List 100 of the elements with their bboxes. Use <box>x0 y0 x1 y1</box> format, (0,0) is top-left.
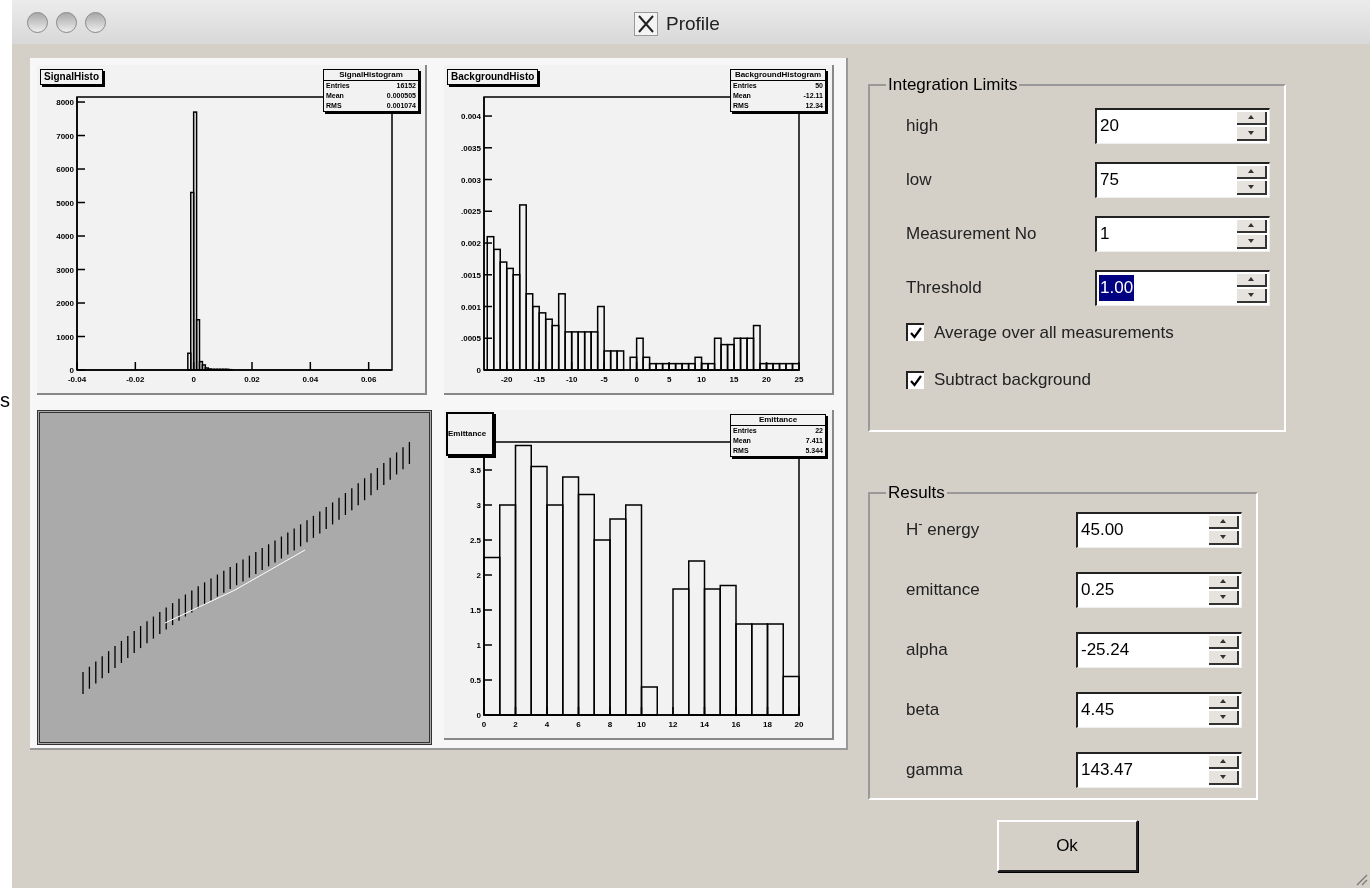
down-arrow-icon <box>1220 774 1226 779</box>
spin-up-button[interactable] <box>1209 695 1239 709</box>
tick-label: 0.04 <box>302 375 319 384</box>
histogram-bar <box>681 362 690 371</box>
spin-up-button[interactable] <box>1209 635 1239 649</box>
down-arrow-icon <box>1220 594 1226 599</box>
tick-label: 15 <box>729 375 739 384</box>
histogram-bar <box>583 331 592 371</box>
spin-field[interactable]: 0.25 <box>1076 571 1242 608</box>
field-value: -25.24 <box>1080 639 1131 662</box>
tick-label: 25 <box>794 375 804 384</box>
tick-label: 1.5 <box>469 606 481 615</box>
tick-label: 16 <box>731 720 741 729</box>
ok-button[interactable]: Ok <box>996 820 1138 872</box>
histogram-bar <box>661 362 670 371</box>
up-arrow-icon <box>1220 699 1226 704</box>
tick-label: 2 <box>476 571 481 580</box>
spin-field[interactable]: 143.47 <box>1076 751 1242 788</box>
up-arrow-icon <box>1220 579 1226 584</box>
x-logo-icon <box>634 12 658 37</box>
spin-down-button[interactable] <box>1209 531 1239 545</box>
histogram-label: BackgroundHisto <box>447 69 539 85</box>
tick-label: 14 <box>700 720 709 729</box>
window-title: Profile <box>666 12 720 36</box>
tick-label: 0 <box>476 711 481 720</box>
spin-down-button[interactable] <box>1209 651 1239 665</box>
tick-label: 8 <box>607 720 613 729</box>
tick-label: .0025 <box>460 207 481 217</box>
spin-down-button[interactable] <box>1237 127 1267 141</box>
up-arrow-icon <box>1220 519 1226 524</box>
tick-label: 0 <box>191 375 196 384</box>
spin-field[interactable]: 75 <box>1095 161 1270 198</box>
tick-label: .0035 <box>460 143 481 153</box>
tick-label: 3000 <box>56 265 74 275</box>
field-value: 1.00 <box>1099 275 1135 301</box>
spin-field[interactable]: 20 <box>1095 107 1270 144</box>
field-value: 0.25 <box>1080 579 1116 602</box>
tick-label: .0015 <box>460 270 481 280</box>
spin-up-button[interactable] <box>1237 219 1267 233</box>
up-arrow-icon <box>1248 277 1254 282</box>
tick-label: -0.02 <box>126 375 145 384</box>
spin-up-button[interactable] <box>1209 755 1239 769</box>
checkbox[interactable] <box>906 323 924 342</box>
tick-label: 0.001 <box>460 302 481 312</box>
tick-label: 20 <box>762 375 771 384</box>
checkbox-label: Subtract background <box>934 369 1091 391</box>
tick-label: 0.06 <box>360 375 377 384</box>
spin-field[interactable]: 45.00 <box>1076 511 1242 548</box>
tick-label: 1000 <box>56 332 74 342</box>
spin-up-button[interactable] <box>1209 515 1239 529</box>
spin-field[interactable]: -25.24 <box>1076 631 1242 668</box>
tick-label: 10 <box>697 375 707 384</box>
tick-label: 3.5 <box>469 466 481 475</box>
histogram-label: SignalHisto <box>40 69 103 85</box>
spin-down-button[interactable] <box>1237 235 1267 249</box>
histogram-bar <box>785 362 794 371</box>
tick-label: 10 <box>637 720 646 729</box>
spin-down-button[interactable] <box>1209 771 1239 785</box>
tick-label: 4000 <box>56 232 74 241</box>
spin-down-button[interactable] <box>1237 289 1267 303</box>
down-arrow-icon <box>1248 238 1254 243</box>
tick-label: 12 <box>668 720 678 729</box>
spin-down-button[interactable] <box>1209 711 1239 725</box>
histogram-bar <box>655 362 664 371</box>
tick-label: 20 <box>794 720 804 729</box>
checkbox[interactable] <box>906 370 924 389</box>
histogram-bar <box>609 350 618 371</box>
resize-grip-icon <box>1354 872 1368 886</box>
up-arrow-icon <box>1248 223 1254 228</box>
down-arrow-icon <box>1248 292 1254 297</box>
spin-up-button[interactable] <box>1209 575 1239 589</box>
field-value: 143.47 <box>1080 759 1134 782</box>
histogram-bar <box>726 343 735 371</box>
spin-up-button[interactable] <box>1237 165 1267 179</box>
tick-label: 5000 <box>56 198 74 208</box>
up-arrow-icon <box>1248 169 1254 174</box>
tick-label: 0 <box>481 720 487 729</box>
spin-down-button[interactable] <box>1209 591 1239 605</box>
tick-label: 3 <box>476 501 481 510</box>
tick-label: 6 <box>576 720 581 729</box>
tick-label: 0.02 <box>244 375 260 384</box>
spin-up-button[interactable] <box>1237 111 1267 125</box>
spin-field[interactable]: 1.00 <box>1095 269 1270 306</box>
field-label: gamma <box>906 758 963 781</box>
histogram-bar <box>778 362 787 371</box>
spin-up-button[interactable] <box>1237 273 1267 287</box>
histogram-bar <box>616 350 625 371</box>
spin-field[interactable]: 4.45 <box>1076 691 1242 728</box>
field-label: emittance <box>906 578 980 601</box>
spin-field[interactable]: 1 <box>1095 215 1270 252</box>
field-label: Measurement No <box>906 222 1037 245</box>
tick-label: -10 <box>565 375 578 384</box>
up-arrow-icon <box>1248 115 1254 120</box>
tick-label: -0.04 <box>67 375 87 384</box>
tick-label: 2 <box>513 720 518 729</box>
tick-label: 0.003 <box>460 175 481 185</box>
up-arrow-icon <box>1220 639 1226 644</box>
check-icon <box>910 327 922 340</box>
field-value: 20 <box>1099 115 1120 138</box>
spin-down-button[interactable] <box>1237 181 1267 195</box>
